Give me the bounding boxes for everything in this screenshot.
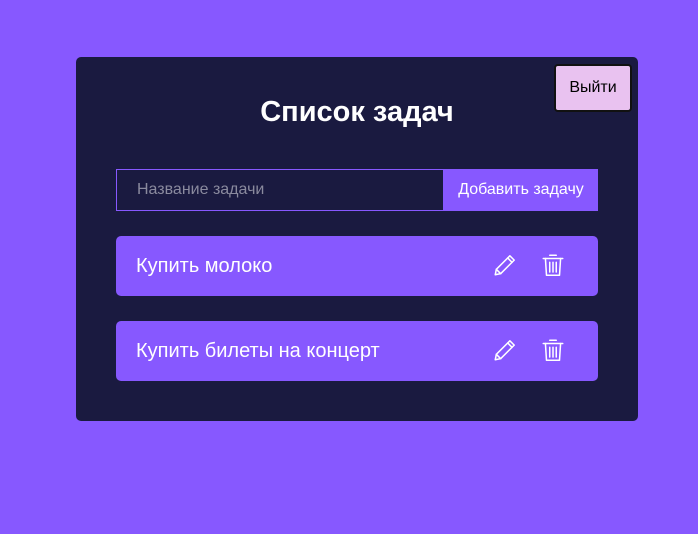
task-item: Купить билеты на концерт (116, 321, 598, 381)
task-text: Купить молоко (136, 254, 273, 277)
add-task-form: Добавить задачу (116, 169, 598, 211)
edit-icon[interactable] (490, 250, 520, 280)
task-name-input[interactable] (116, 169, 444, 211)
trash-icon[interactable] (538, 250, 568, 280)
task-item: Купить молоко (116, 236, 598, 296)
task-actions (490, 250, 568, 280)
task-text: Купить билеты на концерт (136, 339, 380, 362)
edit-icon[interactable] (490, 335, 520, 365)
task-actions (490, 335, 568, 365)
page-title: Список задач (260, 96, 454, 128)
task-list: Купить молоко Купить билеты на концерт (116, 236, 598, 406)
todo-card: Выйти Список задач Добавить задачу Купит… (76, 57, 638, 421)
add-task-button[interactable]: Добавить задачу (444, 169, 598, 211)
trash-icon[interactable] (538, 335, 568, 365)
